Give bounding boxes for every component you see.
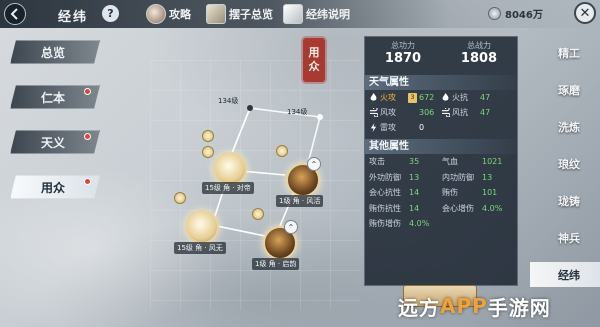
attribute-row: 贿伤抗性 14 会心增伤 4.0% [365,201,517,217]
attribute-row: 火攻 3 672 火抗 47 [365,90,517,105]
attr-value: 672 [419,93,435,102]
watermark: 远方 APP 手游网 [398,288,551,324]
skill-node-label: 15级 角 · 对帝 [202,182,254,194]
tab-langwen[interactable]: 琅纹 [530,151,600,176]
attr-key: 贿伤抗性 [369,203,401,213]
attribute-row: 外功防御 13 内功防御 13 [365,170,517,186]
attribute-row: 攻击 35 气血 1021 [365,154,517,170]
tab-xilian[interactable]: 洗炼 [530,114,600,139]
attr-level: 3 [408,92,417,103]
wind-icon [369,108,378,117]
skill-node-label: 15级 角 · 风无 [174,242,226,254]
upgrade-badge-icon: ⌃ [284,220,298,234]
attr-key: 贿伤 [442,188,458,198]
rune-icon [202,130,214,142]
skill-node[interactable] [185,210,219,244]
attr-value: 306 [419,108,435,117]
attr-key: 风抗 [452,108,468,117]
stats-panel: 总功力 1870 总战力 1808 天气属性 火攻 3 672 火抗 47 风攻… [364,36,518,286]
attr-value: 1021 [482,157,503,167]
skill-node-label: 1级 角 · 启韵 [252,258,300,270]
attr-key: 攻击 [369,157,385,167]
attr-value: 4.0% [482,203,503,213]
lightning-icon [370,123,377,132]
watermark-text-3: 手游网 [487,295,551,320]
attr-value: 14 [409,188,420,198]
watermark-text-2: APP [440,294,488,318]
attr-value: 47 [480,93,491,102]
lock-level-label: 134级 [287,108,308,116]
fire-icon [442,93,449,101]
attribute-row: 贿伤增伤 4.0% [365,216,517,232]
fire-icon [370,93,377,101]
total-power-label: 总功力 [391,41,415,50]
attr-key: 风攻 [380,108,396,117]
attr-key: 雷攻 [380,123,396,132]
total-score-value: 1808 [460,51,498,66]
tab-zhuomo[interactable]: 琢磨 [530,77,600,102]
attr-value: 14 [409,203,420,213]
upgrade-badge-icon: ⌃ [307,157,321,171]
total-power-value: 1870 [384,51,422,66]
attribute-row: 风攻 306 风抗 47 [365,105,517,120]
attr-value: 4.0% [409,219,430,229]
attr-key: 外功防御 [369,172,401,182]
attribute-row: 雷攻 0 [365,120,517,135]
attr-key: 火攻 [380,93,396,102]
attr-key: 内功防御 [442,172,474,182]
lock-level-label: 134级 [218,97,239,105]
skill-node[interactable] [213,152,247,186]
rune-icon [202,146,214,158]
total-score-label: 总战力 [467,41,491,50]
tab-shenbing[interactable]: 神兵 [530,225,600,250]
other-attributes-title: 其他属性 [365,139,517,154]
tab-longzhu[interactable]: 珑铸 [530,188,600,213]
attr-value: 13 [409,172,420,182]
weather-attributes-title: 天气属性 [365,75,517,90]
rune-icon [174,192,186,204]
attr-value: 0 [419,123,425,132]
attr-key: 气血 [442,157,458,167]
tab-jinggong[interactable]: 精工 [530,40,600,65]
wind-icon [441,108,450,117]
tab-jingwei[interactable]: 经纬 [530,262,600,287]
attr-key: 会心抗性 [369,188,401,198]
attr-value: 47 [480,108,491,117]
attr-value: 13 [482,172,493,182]
watermark-text-1: 远方 [398,295,440,320]
attr-key: 火抗 [452,93,468,102]
attribute-row: 会心抗性 14 贿伤 101 [365,185,517,201]
rune-icon [276,145,288,157]
attr-key: 贿伤增伤 [369,219,401,229]
skill-node-label: 1级 角 · 风活 [276,195,324,207]
attr-value: 101 [482,188,498,198]
right-tabs: 精工 琢磨 洗炼 琅纹 珑铸 神兵 经纬 [530,40,600,299]
attr-value: 35 [409,157,420,167]
rune-icon [252,208,264,220]
attr-key: 会心增伤 [442,203,474,213]
stats-summary: 总功力 1870 总战力 1808 [365,37,517,75]
